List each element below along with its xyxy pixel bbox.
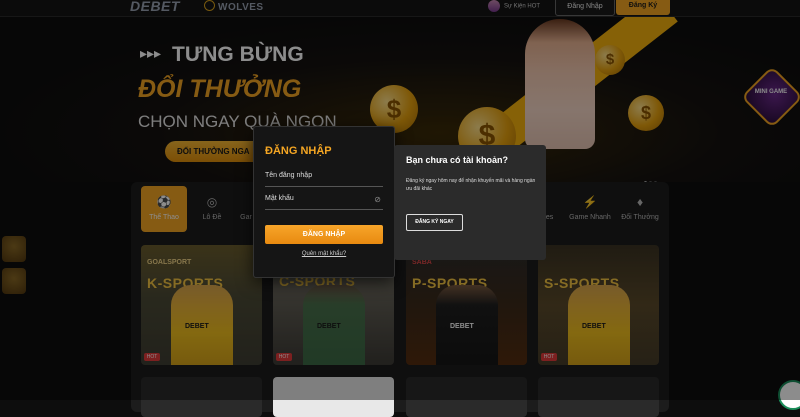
register-title: Bạn chưa có tài khoản? [406,155,509,165]
login-modal: ĐĂNG NHẬP Tên đăng nhập Mật khẩu ⊘ ĐĂNG … [253,126,395,278]
eye-slash-icon[interactable]: ⊘ [374,195,381,204]
forgot-password-link[interactable]: Quên mật khẩu? [254,251,394,257]
login-title: ĐĂNG NHẬP [265,145,332,157]
register-promo-panel: Bạn chưa có tài khoản? Đăng ký ngay hôm … [394,145,546,260]
register-now-button[interactable]: ĐĂNG KÝ NGAY [406,214,463,231]
register-description: Đăng ký ngay hôm nay để nhận khuyến mãi … [406,178,536,192]
password-field[interactable]: Mật khẩu ⊘ [265,194,383,210]
login-submit-button[interactable]: ĐĂNG NHẬP [265,225,383,244]
username-field[interactable]: Tên đăng nhập [265,171,383,187]
username-placeholder: Tên đăng nhập [265,172,313,179]
password-placeholder: Mật khẩu [265,195,294,202]
